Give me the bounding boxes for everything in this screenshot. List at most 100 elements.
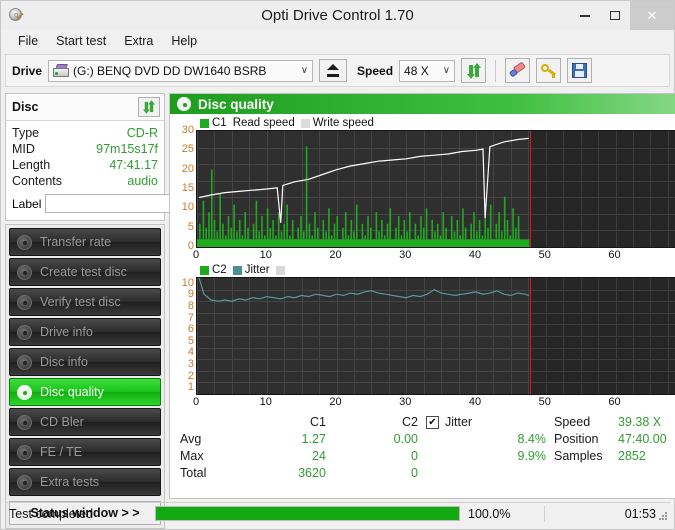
disc-icon [17, 325, 32, 340]
table-row: Avg 1.27 0.00 [176, 431, 426, 448]
y-axis-tick-label: 30 [182, 124, 194, 136]
c1-x-axis: 01020304050607080 min [196, 248, 675, 263]
eject-icon [327, 63, 340, 78]
disc-row-value: 47:41.17 [109, 157, 158, 173]
disc-row-type: Type CD-R [12, 125, 158, 141]
cell-avg-c2: 0.00 [334, 431, 426, 448]
c1-plot-wrap: 302520151050 48 X40 X32 X24 X16 X8 X [172, 130, 675, 248]
disc-refresh-button[interactable] [138, 97, 160, 117]
menu-item-file[interactable]: File [9, 32, 47, 50]
menu-item-help[interactable]: Help [162, 32, 206, 50]
legend-item-c2: C2 [200, 264, 227, 276]
cell-total-c2: 0 [334, 465, 426, 482]
sidebar-item-label: Disc info [40, 355, 88, 369]
sidebar-item-fe-te[interactable]: FE / TE [9, 438, 161, 466]
save-icon [572, 63, 587, 78]
sidebar-item-create-test-disc[interactable]: Create test disc [9, 258, 161, 286]
elapsed-time-label: 01:53 [545, 507, 670, 521]
y-axis-tick-label: 7 [188, 312, 194, 324]
y-axis-tick-label: 1 [188, 381, 194, 393]
chevron-down-icon: ∨ [295, 65, 308, 76]
x-axis-tick-label: 40 [469, 249, 481, 261]
resize-grip-icon[interactable] [658, 512, 668, 522]
window-title: Opti Drive Control 1.70 [1, 7, 674, 24]
refresh-icon [142, 100, 156, 114]
sidebar-item-verify-test-disc[interactable]: Verify test disc [9, 288, 161, 316]
y-axis-tick-label: 10 [182, 201, 194, 213]
c2-plot-area[interactable] [196, 277, 675, 395]
jitter-checkbox[interactable]: ✔ [426, 416, 439, 429]
info-key: Position [554, 431, 618, 448]
disc-row-key: Type [12, 125, 39, 141]
c2-chart-legend: C2 Jitter [172, 263, 675, 277]
sidebar-item-extra-tests[interactable]: Extra tests [9, 468, 161, 496]
sidebar-item-label: Extra tests [40, 475, 99, 489]
x-axis-tick-label: 10 [260, 249, 272, 261]
sidebar-item-disc-quality[interactable]: Disc quality [9, 378, 161, 406]
disc-row-length: Length 47:41.17 [12, 157, 158, 173]
info-row-samples: Samples 2852 [554, 448, 675, 465]
drive-icon [53, 64, 69, 77]
menu-item-extra[interactable]: Extra [115, 32, 162, 50]
legend-swatch-icon [233, 266, 242, 275]
sidebar-item-drive-info[interactable]: Drive info [9, 318, 161, 346]
column-header-c2: C2 [334, 414, 426, 431]
jitter-max-value: 9.9% [426, 448, 554, 465]
x-axis-tick-label: 40 [469, 396, 481, 408]
legend-label: C2 [212, 264, 227, 276]
sidebar-item-label: Disc quality [40, 385, 104, 399]
chart-series [197, 131, 675, 247]
refresh-button[interactable] [461, 58, 486, 83]
legend-label: Write speed [313, 117, 374, 129]
table-header-row: C1 C2 [176, 414, 426, 431]
eject-button[interactable] [319, 59, 347, 82]
save-results-button[interactable] [567, 58, 592, 83]
panel-title: Disc quality [198, 97, 274, 112]
x-axis-tick-label: 20 [329, 249, 341, 261]
info-value: 2852 [618, 448, 646, 465]
disc-row-key: MID [12, 141, 35, 157]
jitter-header: ✔ Jitter [426, 414, 554, 431]
x-axis-tick-label: 30 [399, 249, 411, 261]
disc-icon [177, 97, 191, 111]
sidebar-item-transfer-rate[interactable]: Transfer rate [9, 228, 161, 256]
eraser-icon [509, 63, 526, 78]
left-sidebar: Disc Type CD-R MID 97m15s17f Len [5, 93, 165, 499]
info-key: Speed [554, 414, 618, 431]
disc-icon [17, 355, 32, 370]
cell-max-c1: 24 [232, 448, 334, 465]
drive-settings-button[interactable] [536, 58, 561, 83]
legend-swatch-icon [301, 119, 310, 128]
y-axis-tick-label: 8 [188, 300, 194, 312]
legend-label: Read speed [233, 117, 295, 129]
disc-quality-panel: Disc quality C1 Read speed [169, 93, 675, 499]
sidebar-item-label: Verify test disc [40, 295, 121, 309]
disc-icon [17, 265, 32, 280]
drive-select[interactable]: (G:) BENQ DVD DD DW1640 BSRB ∨ [48, 60, 313, 82]
disc-info-panel: Disc Type CD-R MID 97m15s17f Len [5, 93, 165, 221]
chevron-down-icon: ∨ [437, 65, 450, 76]
disc-icon [17, 295, 32, 310]
c2-jitter-chart: C2 Jitter 10987654321 10%8%6%4%2% 01020 [172, 263, 675, 410]
sidebar-item-disc-info[interactable]: Disc info [9, 348, 161, 376]
cell-max-c2: 0 [334, 448, 426, 465]
sidebar-item-cd-bler[interactable]: CD Bler [9, 408, 161, 436]
speed-select[interactable]: 48 X ∨ [399, 60, 455, 82]
y-axis-tick-label: 2 [188, 370, 194, 382]
speed-select-value: 48 X [404, 64, 429, 78]
legend-label: C1 [212, 117, 227, 129]
erase-disc-button[interactable] [505, 58, 530, 83]
menu-item-start-test[interactable]: Start test [47, 32, 115, 50]
c2-plot-wrap: 10987654321 10%8%6%4%2% [172, 277, 675, 395]
c1-plot-area[interactable] [196, 130, 675, 248]
disc-properties: Type CD-R MID 97m15s17f Length 47:41.17 … [6, 121, 164, 220]
info-key: Samples [554, 448, 618, 465]
c2-x-axis: 01020304050607080 min [196, 395, 675, 410]
table-row: Max 24 0 [176, 448, 426, 465]
scan-info: Speed 39.38 X Position 47:40.00 Samples … [554, 414, 675, 496]
y-axis-tick-label: 9 [188, 288, 194, 300]
row-label-total: Total [176, 465, 232, 482]
toolbar-divider [495, 60, 496, 82]
c1-chart-legend: C1 Read speed Write speed [172, 116, 675, 130]
status-text: Test completed [5, 507, 155, 521]
